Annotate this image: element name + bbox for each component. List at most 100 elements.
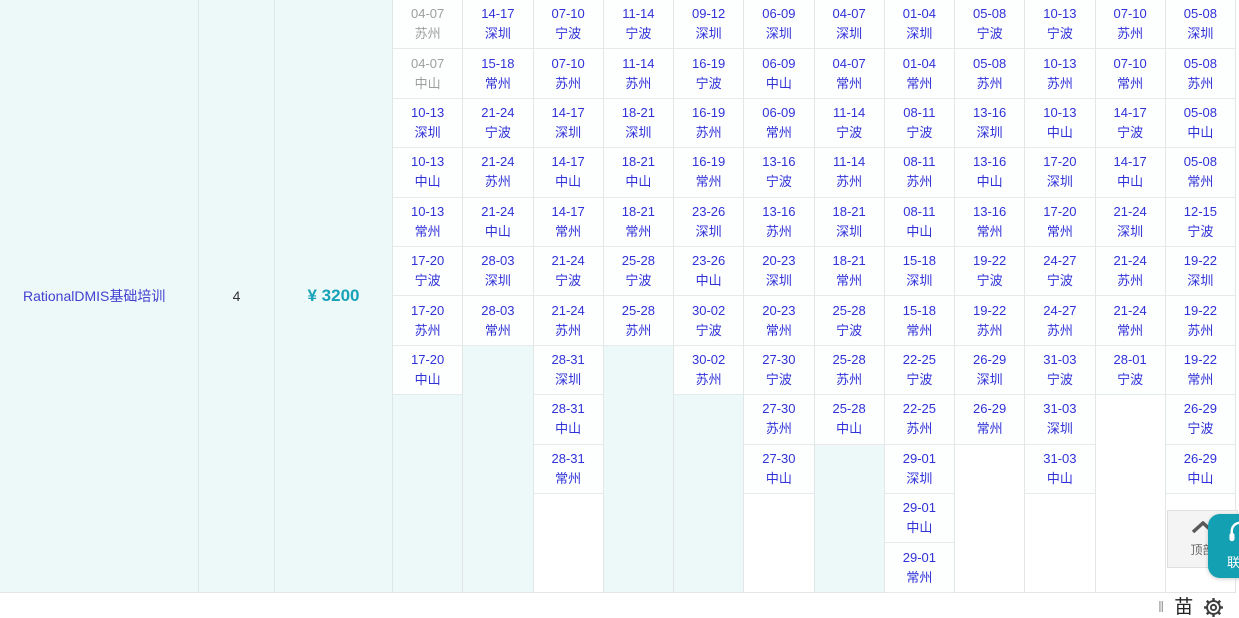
session-cell[interactable]: 14-17深圳: [463, 0, 532, 49]
session-cell[interactable]: 18-21常州: [604, 198, 673, 247]
session-cell[interactable]: 13-16苏州: [744, 198, 813, 247]
session-cell[interactable]: 20-23常州: [744, 296, 813, 345]
session-cell[interactable]: 21-24中山: [463, 198, 532, 247]
session-cell[interactable]: 30-02宁波: [674, 296, 743, 345]
session-cell[interactable]: 21-24苏州: [1096, 247, 1165, 296]
session-cell[interactable]: 10-13中山: [1025, 99, 1094, 148]
ime-mode-indicator[interactable]: 苗: [1174, 598, 1193, 617]
session-cell[interactable]: 14-17中山: [534, 148, 603, 197]
course-name-link[interactable]: RationalDMIS基础培训: [23, 286, 165, 306]
session-cell[interactable]: 31-03宁波: [1025, 346, 1094, 395]
session-cell[interactable]: 28-03深圳: [463, 247, 532, 296]
session-cell[interactable]: 13-16深圳: [955, 99, 1024, 148]
session-cell[interactable]: 21-24苏州: [463, 148, 532, 197]
session-cell[interactable]: 05-08中山: [1166, 99, 1235, 148]
gear-icon[interactable]: [1203, 597, 1224, 618]
session-cell[interactable]: 24-27苏州: [1025, 296, 1094, 345]
session-cell[interactable]: 15-18常州: [885, 296, 954, 345]
session-cell[interactable]: 18-21中山: [604, 148, 673, 197]
session-cell[interactable]: 16-19宁波: [674, 49, 743, 98]
session-cell[interactable]: 05-08宁波: [955, 0, 1024, 49]
session-cell[interactable]: 06-09中山: [744, 49, 813, 98]
session-cell[interactable]: 30-02苏州: [674, 346, 743, 395]
session-cell[interactable]: 16-19常州: [674, 148, 743, 197]
session-cell[interactable]: 17-20宁波: [393, 247, 462, 296]
session-cell[interactable]: 10-13中山: [393, 148, 462, 197]
session-cell[interactable]: 16-19苏州: [674, 99, 743, 148]
session-cell[interactable]: 05-08深圳: [1166, 0, 1235, 49]
session-cell[interactable]: 28-31常州: [534, 445, 603, 494]
session-cell[interactable]: 28-31中山: [534, 395, 603, 444]
session-cell[interactable]: 17-20中山: [393, 346, 462, 395]
session-cell[interactable]: 26-29中山: [1166, 445, 1235, 494]
session-cell[interactable]: 07-10苏州: [534, 49, 603, 98]
session-cell[interactable]: 01-04常州: [885, 49, 954, 98]
session-cell[interactable]: 15-18常州: [463, 49, 532, 98]
session-cell[interactable]: 10-13常州: [393, 198, 462, 247]
session-cell[interactable]: 11-14宁波: [604, 0, 673, 49]
session-cell[interactable]: 27-30苏州: [744, 395, 813, 444]
session-cell[interactable]: 25-28宁波: [815, 296, 884, 345]
session-cell[interactable]: 08-11苏州: [885, 148, 954, 197]
session-cell[interactable]: 27-30中山: [744, 445, 813, 494]
session-cell[interactable]: 05-08苏州: [955, 49, 1024, 98]
session-cell[interactable]: 29-01深圳: [885, 445, 954, 494]
session-cell[interactable]: 07-10常州: [1096, 49, 1165, 98]
session-cell[interactable]: 12-15宁波: [1166, 198, 1235, 247]
session-cell[interactable]: 26-29常州: [955, 395, 1024, 444]
session-cell[interactable]: 10-13苏州: [1025, 49, 1094, 98]
session-cell[interactable]: 28-31深圳: [534, 346, 603, 395]
session-cell[interactable]: 04-07常州: [815, 49, 884, 98]
session-cell[interactable]: 21-24深圳: [1096, 198, 1165, 247]
session-cell[interactable]: 25-28宁波: [604, 247, 673, 296]
session-cell[interactable]: 04-07苏州: [393, 0, 462, 49]
session-cell[interactable]: 28-03常州: [463, 296, 532, 345]
session-cell[interactable]: 25-28苏州: [604, 296, 673, 345]
session-cell[interactable]: 08-11中山: [885, 198, 954, 247]
session-cell[interactable]: 18-21深圳: [815, 198, 884, 247]
session-cell[interactable]: 19-22苏州: [955, 296, 1024, 345]
session-cell[interactable]: 15-18深圳: [885, 247, 954, 296]
session-cell[interactable]: 25-28中山: [815, 395, 884, 444]
session-cell[interactable]: 18-21常州: [815, 247, 884, 296]
session-cell[interactable]: 06-09常州: [744, 99, 813, 148]
session-cell[interactable]: 11-14苏州: [604, 49, 673, 98]
session-cell[interactable]: 31-03中山: [1025, 445, 1094, 494]
session-cell[interactable]: 14-17宁波: [1096, 99, 1165, 148]
contact-service-button[interactable]: 联系: [1208, 514, 1239, 578]
session-cell[interactable]: 28-01宁波: [1096, 346, 1165, 395]
session-cell[interactable]: 01-04深圳: [885, 0, 954, 49]
session-cell[interactable]: 05-08常州: [1166, 148, 1235, 197]
session-cell[interactable]: 10-13宁波: [1025, 0, 1094, 49]
session-cell[interactable]: 23-26深圳: [674, 198, 743, 247]
session-cell[interactable]: 11-14宁波: [815, 99, 884, 148]
session-cell[interactable]: 22-25宁波: [885, 346, 954, 395]
session-cell[interactable]: 21-24常州: [1096, 296, 1165, 345]
session-cell[interactable]: 29-01中山: [885, 494, 954, 543]
session-cell[interactable]: 13-16常州: [955, 198, 1024, 247]
session-cell[interactable]: 17-20常州: [1025, 198, 1094, 247]
session-cell[interactable]: 19-22深圳: [1166, 247, 1235, 296]
session-cell[interactable]: 19-22常州: [1166, 346, 1235, 395]
session-cell[interactable]: 26-29深圳: [955, 346, 1024, 395]
session-cell[interactable]: 24-27宁波: [1025, 247, 1094, 296]
session-cell[interactable]: 26-29宁波: [1166, 395, 1235, 444]
session-cell[interactable]: 08-11宁波: [885, 99, 954, 148]
session-cell[interactable]: 10-13深圳: [393, 99, 462, 148]
session-cell[interactable]: 25-28苏州: [815, 346, 884, 395]
session-cell[interactable]: 17-20苏州: [393, 296, 462, 345]
session-cell[interactable]: 23-26中山: [674, 247, 743, 296]
session-cell[interactable]: 14-17深圳: [534, 99, 603, 148]
session-cell[interactable]: 19-22苏州: [1166, 296, 1235, 345]
session-cell[interactable]: 27-30宁波: [744, 346, 813, 395]
session-cell[interactable]: 17-20深圳: [1025, 148, 1094, 197]
session-cell[interactable]: 13-16中山: [955, 148, 1024, 197]
session-cell[interactable]: 21-24宁波: [463, 99, 532, 148]
session-cell[interactable]: 31-03深圳: [1025, 395, 1094, 444]
session-cell[interactable]: 22-25苏州: [885, 395, 954, 444]
session-cell[interactable]: 09-12深圳: [674, 0, 743, 49]
course-name-cell[interactable]: RationalDMIS基础培训: [0, 0, 199, 592]
session-cell[interactable]: 13-16宁波: [744, 148, 813, 197]
session-cell[interactable]: 04-07中山: [393, 49, 462, 98]
session-cell[interactable]: 14-17常州: [534, 198, 603, 247]
